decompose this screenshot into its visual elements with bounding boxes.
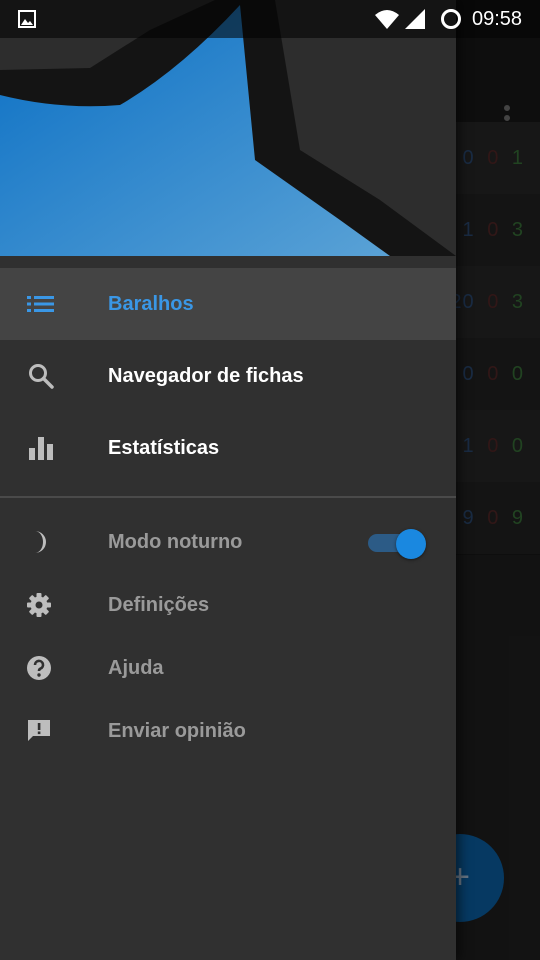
nav-item-help[interactable]: Ajuda — [0, 637, 456, 700]
drawer-header-artwork — [0, 0, 456, 256]
status-bar: 09:58 — [0, 0, 540, 38]
list-icon — [27, 296, 54, 312]
sync-icon — [441, 9, 461, 29]
drawer-divider — [0, 496, 456, 498]
feedback-icon — [28, 720, 50, 741]
nav-item-label: Baralhos — [108, 293, 194, 315]
bar-chart-icon — [29, 437, 53, 460]
wifi-icon — [375, 10, 399, 29]
night-mode-toggle[interactable] — [368, 529, 426, 559]
signal-icon — [405, 9, 425, 29]
nav-item-label: Modo noturno — [108, 531, 243, 553]
nav-item-label: Definições — [108, 594, 210, 616]
nav-item-label: Enviar opinião — [108, 720, 246, 742]
nav-item-label: Estatísticas — [108, 437, 220, 459]
nav-item-label: Navegador de fichas — [108, 365, 304, 387]
search-icon — [29, 364, 54, 389]
nav-item-statistics[interactable]: Estatísticas — [0, 412, 456, 484]
navigation-drawer: Baralhos Navegador de fichas Estatística… — [0, 0, 456, 960]
status-clock: 09:58 — [472, 8, 523, 30]
nav-item-feedback[interactable]: Enviar opinião — [0, 700, 456, 763]
gallery-icon — [18, 10, 36, 28]
nav-item-card-browser[interactable]: Navegador de fichas — [0, 340, 456, 412]
gear-icon — [27, 593, 51, 617]
nav-item-settings[interactable]: Definições — [0, 574, 456, 637]
nav-item-label: Ajuda — [108, 657, 164, 679]
nav-item-decks[interactable]: Baralhos — [0, 268, 456, 340]
nav-item-night-mode[interactable]: Modo noturno — [0, 511, 456, 574]
help-circle-icon — [27, 656, 51, 680]
header-artwork — [0, 0, 456, 256]
moon-icon — [35, 531, 46, 553]
toggle-thumb — [396, 529, 426, 559]
